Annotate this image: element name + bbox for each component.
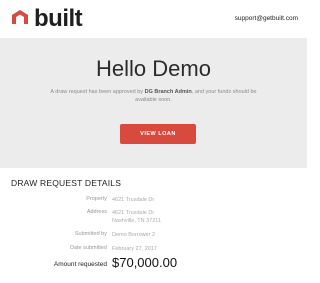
built-logo[interactable]: built [10, 5, 83, 32]
detail-label: Address [86, 209, 107, 215]
detail-value: 4621 Truxdale Dr Nashville, TN 37211 [112, 209, 161, 225]
approver-name: DG Branch Admin [144, 89, 192, 95]
details-title: DRAW REQUEST DETAILS [11, 178, 122, 188]
amount-value: $70,000.00 [112, 255, 178, 270]
detail-value: February 27, 2017 [112, 246, 157, 252]
built-logo-icon [10, 8, 30, 31]
view-loan-button[interactable]: VIEW LOAN [120, 124, 196, 144]
support-email-link[interactable]: support@getbuilt.com [235, 15, 298, 22]
hero-section: Hello Demo A draw request has been appro… [0, 38, 307, 168]
greeting-title: Hello Demo [96, 56, 211, 81]
detail-value: Demo Borrower 2 [112, 232, 156, 238]
detail-label: Amount requested [53, 261, 107, 268]
detail-label: Submitted by [74, 231, 107, 237]
email-header: built support@getbuilt.com [0, 0, 307, 38]
detail-label: Property [86, 196, 107, 202]
address-line-2: Nashville, TN 37211 [112, 218, 162, 224]
message-pre: A draw request has been approved by [50, 89, 144, 95]
logo-text: built [34, 5, 83, 32]
address-line-1: 4621 Truxdale Dr [112, 210, 155, 216]
detail-value: 4621 Truxdale Dr [112, 197, 155, 203]
detail-label: Date submitted [70, 245, 107, 251]
approval-message: A draw request has been approved by DG B… [42, 88, 265, 104]
